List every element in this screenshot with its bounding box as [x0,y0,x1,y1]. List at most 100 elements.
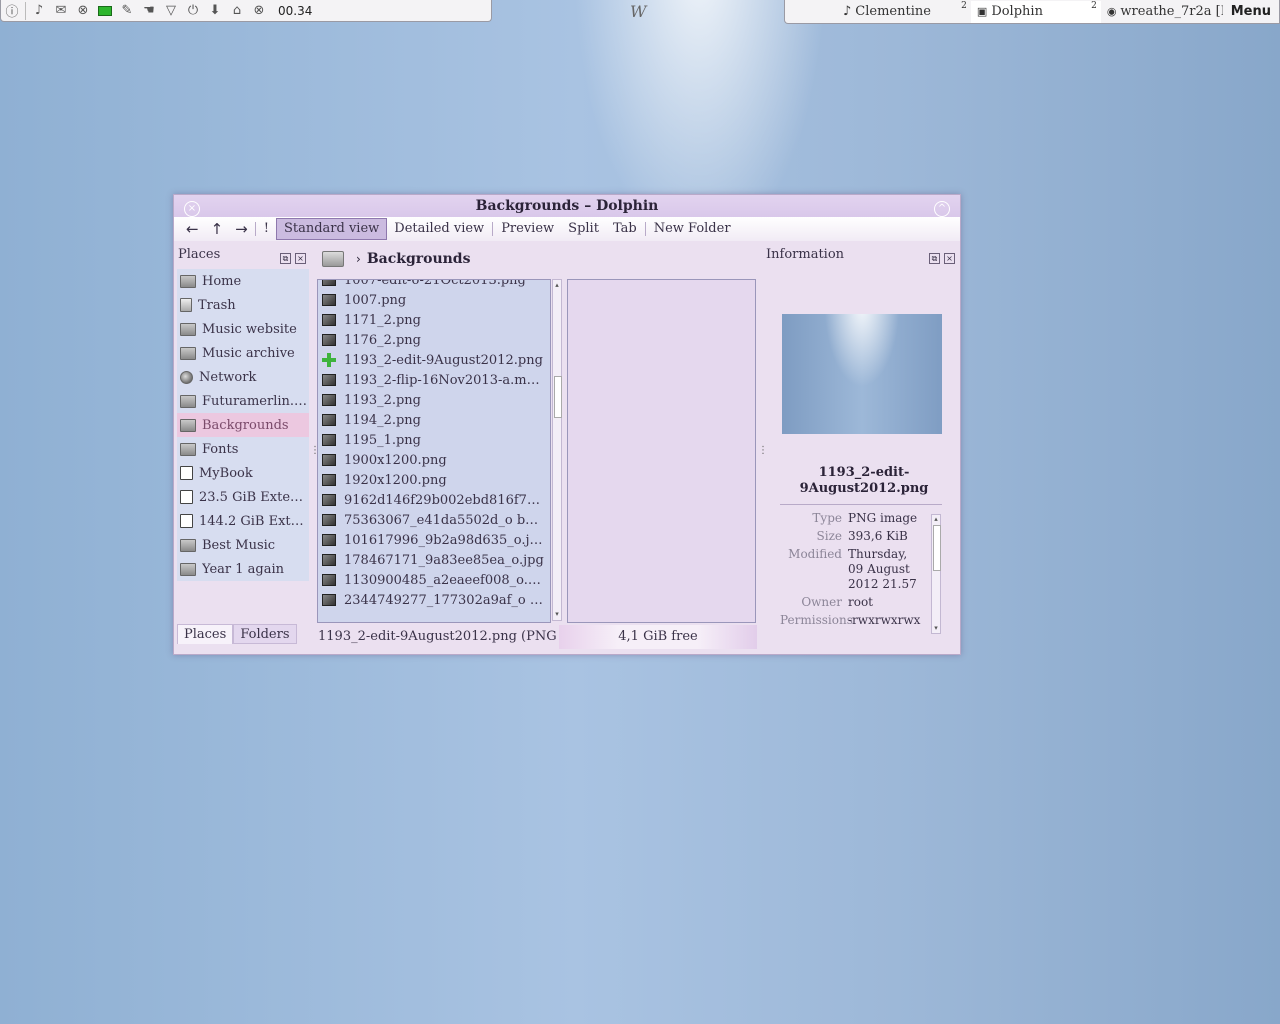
list-item[interactable]: 1176_2.png [318,330,550,350]
globe-icon: ◉ [1106,5,1117,18]
folder-icon [180,538,196,552]
hand-icon[interactable]: ☚ [138,1,160,21]
image-file-icon [322,454,336,466]
list-item[interactable]: 1130900485_a2eaeef008_o.jpg [318,570,550,590]
file-list-scrollbar[interactable]: ▴ ▾ [552,279,562,621]
scroll-up-icon[interactable]: ▴ [933,516,939,523]
folder-icon[interactable] [322,251,344,267]
tab-button[interactable]: Tab [606,218,644,240]
image-file-icon [322,594,336,606]
tab-folders[interactable]: Folders [233,624,297,644]
place-label: Backgrounds [202,417,289,433]
list-item[interactable]: 1920x1200.png [318,470,550,490]
tab-places[interactable]: Places [177,624,234,644]
standard-view-button[interactable]: Standard view [275,218,388,240]
close-panel-icon[interactable]: × [944,253,955,264]
free-space-indicator[interactable]: 4,1 GiB free [559,625,757,649]
globe-icon [180,370,193,384]
place-music-website[interactable]: Music website [177,317,309,341]
list-item[interactable]: 75363067_e41da5502d_o by Eph … [318,510,550,530]
place-label: Trash [198,297,236,313]
task-dolphin[interactable]: ▣ Dolphin 2 [970,0,1101,23]
download-icon[interactable]: ⬇ [204,1,226,21]
place-label: 23.5 GiB External... [199,489,307,505]
power-icon[interactable]: ⏻ [182,1,204,21]
file-name: 75363067_e41da5502d_o by Eph … [344,512,544,528]
split-button[interactable]: Split [561,218,606,240]
back-button[interactable]: ← [180,218,205,240]
list-item[interactable]: 1193_2.png [318,390,550,410]
list-item[interactable]: 1171_2.png [318,310,550,330]
place-label: MyBook [199,465,253,481]
network-disconnected-icon[interactable]: ⊗ [72,1,94,21]
folder-icon [180,274,196,288]
title-bar[interactable]: × Backgrounds – Dolphin ^ [174,195,960,217]
battery-icon[interactable] [94,1,116,21]
list-item[interactable]: 2344749277_177302a9af_o by pic… [318,590,550,610]
meta-value: 393,6 KiB [848,529,908,543]
preview-button[interactable]: Preview [494,218,561,240]
forward-button[interactable]: → [229,218,254,240]
close-icon[interactable]: ⊗ [248,1,270,21]
info-icon[interactable]: ⓘ [1,1,23,21]
float-panel-icon[interactable]: ⧉ [280,253,291,264]
pen-icon[interactable]: ✎ [116,1,138,21]
mail-icon[interactable]: ✉ [50,1,72,21]
lock-icon[interactable]: ⌂ [226,1,248,21]
chevron-down-icon[interactable]: ▽ [160,1,182,21]
toolbar-extra-button[interactable]: ! [257,218,276,240]
float-panel-icon[interactable]: ⧉ [929,253,940,264]
maximize-window-icon[interactable]: ^ [934,201,950,217]
place-futuramerlin[interactable]: Futuramerlin.com [177,389,309,413]
list-item[interactable]: 178467171_9a83ee85ea_o.jpg [318,550,550,570]
scroll-up-icon[interactable]: ▴ [554,282,560,289]
place-external-23[interactable]: 23.5 GiB External... [177,485,309,509]
close-panel-icon[interactable]: × [295,253,306,264]
panel-tabs: Places Folders [177,624,297,644]
breadcrumb-current[interactable]: Backgrounds [367,251,471,267]
add-selection-icon[interactable] [322,353,336,367]
music-note-icon[interactable]: ♪ [28,1,50,21]
place-home[interactable]: Home [177,269,309,293]
place-best-music[interactable]: Best Music [177,533,309,557]
drive-icon [180,466,193,480]
scroll-down-icon[interactable]: ▾ [554,611,560,618]
place-network[interactable]: Network [177,365,309,389]
place-mybook[interactable]: MyBook [177,461,309,485]
scrollbar-thumb[interactable] [554,376,562,418]
menu-button[interactable]: Menu [1223,4,1279,19]
list-item[interactable]: 1195_1.png [318,430,550,450]
task-count: 2 [1091,0,1097,11]
task-wreathe[interactable]: ◉ wreathe_7r2a [Do [1101,1,1223,23]
splitter-handle[interactable]: ⋮ [758,445,768,456]
scrollbar-thumb[interactable] [933,525,941,571]
list-item[interactable]: 1194_2.png [318,410,550,430]
task-clementine[interactable]: ♪ Clementine 2 [785,1,971,23]
place-trash[interactable]: Trash [177,293,309,317]
place-fonts[interactable]: Fonts [177,437,309,461]
dolphin-window: × Backgrounds – Dolphin ^ ← ↑ → ! Standa… [173,194,961,655]
list-item[interactable]: 9162d146f29b002ebd816f7f23a8ad… [318,490,550,510]
up-button[interactable]: ↑ [205,218,230,240]
list-item[interactable]: 1007-edit-6-21Oct2013.png [318,280,550,290]
scroll-down-icon[interactable]: ▾ [933,625,939,632]
new-folder-button[interactable]: New Folder [647,218,738,240]
place-backgrounds[interactable]: Backgrounds [177,413,309,437]
place-year-1-again[interactable]: Year 1 again [177,557,309,581]
list-item[interactable]: 101617996_9b2a98d635_o.jpg [318,530,550,550]
file-name: 1193_2-edit-9August2012.png [344,352,543,368]
list-item[interactable]: 1900x1200.png [318,450,550,470]
list-item-selected[interactable]: 1193_2-edit-9August2012.png [318,350,550,370]
detailed-view-button[interactable]: Detailed view [387,218,491,240]
meta-row: Permissions -rwxrwxrwx [780,613,930,628]
list-item[interactable]: 1007.png [318,290,550,310]
toolbar-divider [492,222,494,236]
place-external-144[interactable]: 144.2 GiB External... [177,509,309,533]
split-view-pane[interactable] [567,279,756,623]
info-scrollbar[interactable]: ▴ ▾ [931,514,941,634]
list-item[interactable]: 1193_2-flip-16Nov2013-a.mn..png [318,370,550,390]
information-panel-title: Information [766,247,845,262]
clock: 00.34 [278,3,313,18]
file-name: 1195_1.png [344,432,422,448]
place-music-archive[interactable]: Music archive [177,341,309,365]
